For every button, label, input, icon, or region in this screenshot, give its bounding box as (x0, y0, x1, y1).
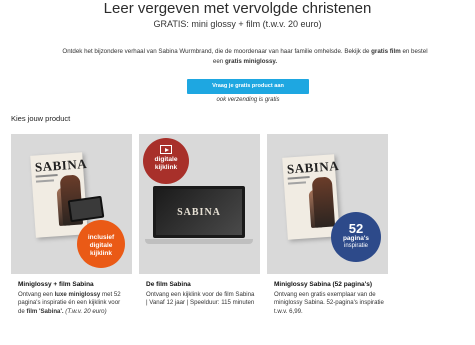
video-title: SABINA (177, 207, 221, 218)
shipping-note: ook verzending is gratis (216, 97, 280, 103)
badge-pages: 52 pagina's inspiratie (331, 212, 381, 262)
page-subtitle: GRATIS: mini glossy + film (t.w.v. 20 eu… (153, 19, 322, 29)
magazine-title: SABINA (286, 157, 340, 177)
page-title: Leer vergeven met vervolgde christenen (103, 0, 372, 17)
badge-number: 52 (348, 221, 364, 236)
product-title: De film Sabina (146, 281, 191, 288)
tablet-graphic (67, 195, 105, 223)
product-title: Miniglossy + film Sabina (18, 281, 94, 288)
product-card-film[interactable]: SABINA digitale kijklink De film Sabina … (139, 134, 260, 345)
badge-line2: inspiratie (343, 242, 368, 249)
laptop-base (145, 239, 253, 244)
product-desc-price: (T.w.v. 20 euro) (63, 307, 107, 315)
magazine-title: SABINA (34, 155, 88, 175)
product-image-film: SABINA digitale kijklink (139, 134, 260, 274)
product-description: Ontvang een kijklink voor de film Sabina… (146, 291, 255, 307)
intro-text: Ontdek het bijzondere verhaal van Sabina… (60, 47, 430, 66)
product-desc-bold2: film 'Sabina'. (26, 307, 64, 315)
request-product-button[interactable]: Vraag je gratis product aan (187, 79, 309, 94)
badge-digital-link: inclusief digitale kijklink (77, 220, 125, 268)
intro-text-part1: Ontdek het bijzondere verhaal van Sabina… (62, 48, 372, 55)
badge-line1: pagina's (342, 235, 370, 242)
badge-text: digitale kijklink (154, 156, 178, 171)
product-description: Ontvang een gratis exemplaar van de mini… (274, 291, 384, 315)
badge-digital-link: digitale kijklink (143, 138, 189, 184)
product-description: Ontvang een luxe miniglossy met 52 pagin… (18, 291, 128, 316)
product-desc-part1: Ontvang een (18, 291, 55, 298)
product-title: Miniglossy Sabina (52 pagina's) (274, 281, 372, 288)
section-title: Kies jouw product (11, 114, 71, 123)
product-card-glossy-film[interactable]: SABINA inclusief digitale kijklink Minig… (11, 134, 132, 345)
laptop-screen: SABINA (153, 186, 245, 238)
product-image-glossy-film: SABINA inclusief digitale kijklink (11, 134, 132, 274)
badge-text: inclusief digitale kijklink (87, 234, 115, 257)
intro-text-bold2: gratis miniglossy. (224, 57, 278, 65)
play-icon (160, 145, 172, 154)
product-desc-bold1: luxe miniglossy (54, 291, 101, 298)
product-card-glossy[interactable]: SABINA 52 pagina's inspiratie Miniglossy… (267, 134, 388, 345)
intro-text-bold1: gratis film (371, 48, 401, 55)
product-image-glossy: SABINA 52 pagina's inspiratie (267, 134, 388, 274)
magazine-cover: SABINA (30, 152, 88, 238)
